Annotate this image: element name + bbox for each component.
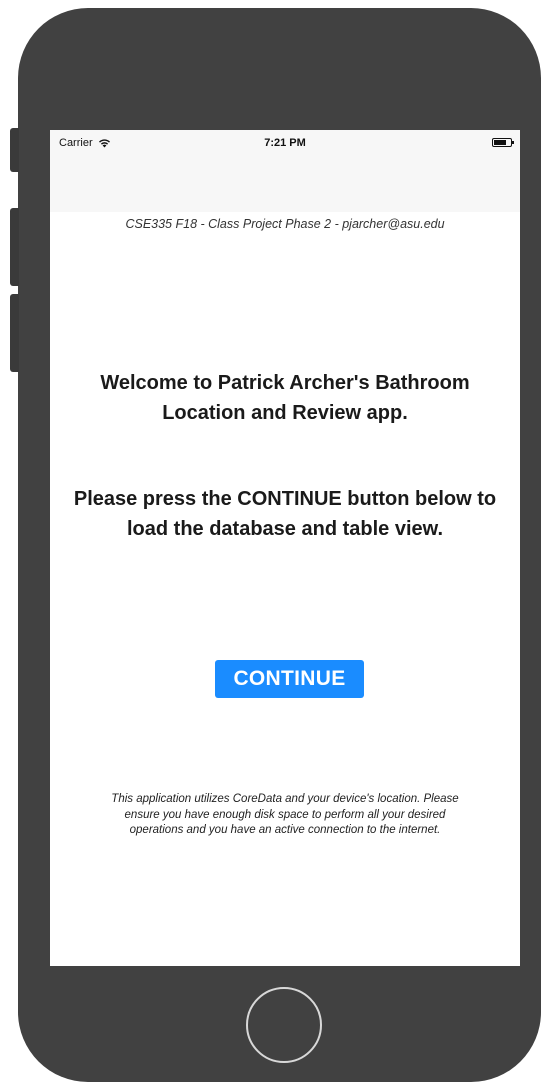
continue-button[interactable]: CONTINUE [215, 660, 364, 698]
disclaimer-note: This application utilizes CoreData and y… [111, 793, 459, 836]
status-bar: Carrier 7:21 PM [50, 130, 520, 212]
device-screen: Carrier 7:21 PM CSE335 F18 - Class Proje… [50, 130, 520, 966]
volume-down-button [10, 294, 19, 372]
battery-icon [492, 138, 514, 147]
welcome-message: Welcome to Patrick Archer's Bathroom Loc… [100, 372, 470, 424]
instruction-message: Please press the CONTINUE button below t… [73, 488, 497, 540]
home-button-icon[interactable] [246, 987, 322, 1063]
volume-up-button [10, 208, 19, 286]
course-header-label: CSE335 F18 - Class Project Phase 2 - pja… [125, 217, 445, 231]
status-time: 7:21 PM [264, 137, 306, 149]
mute-switch [10, 128, 19, 172]
